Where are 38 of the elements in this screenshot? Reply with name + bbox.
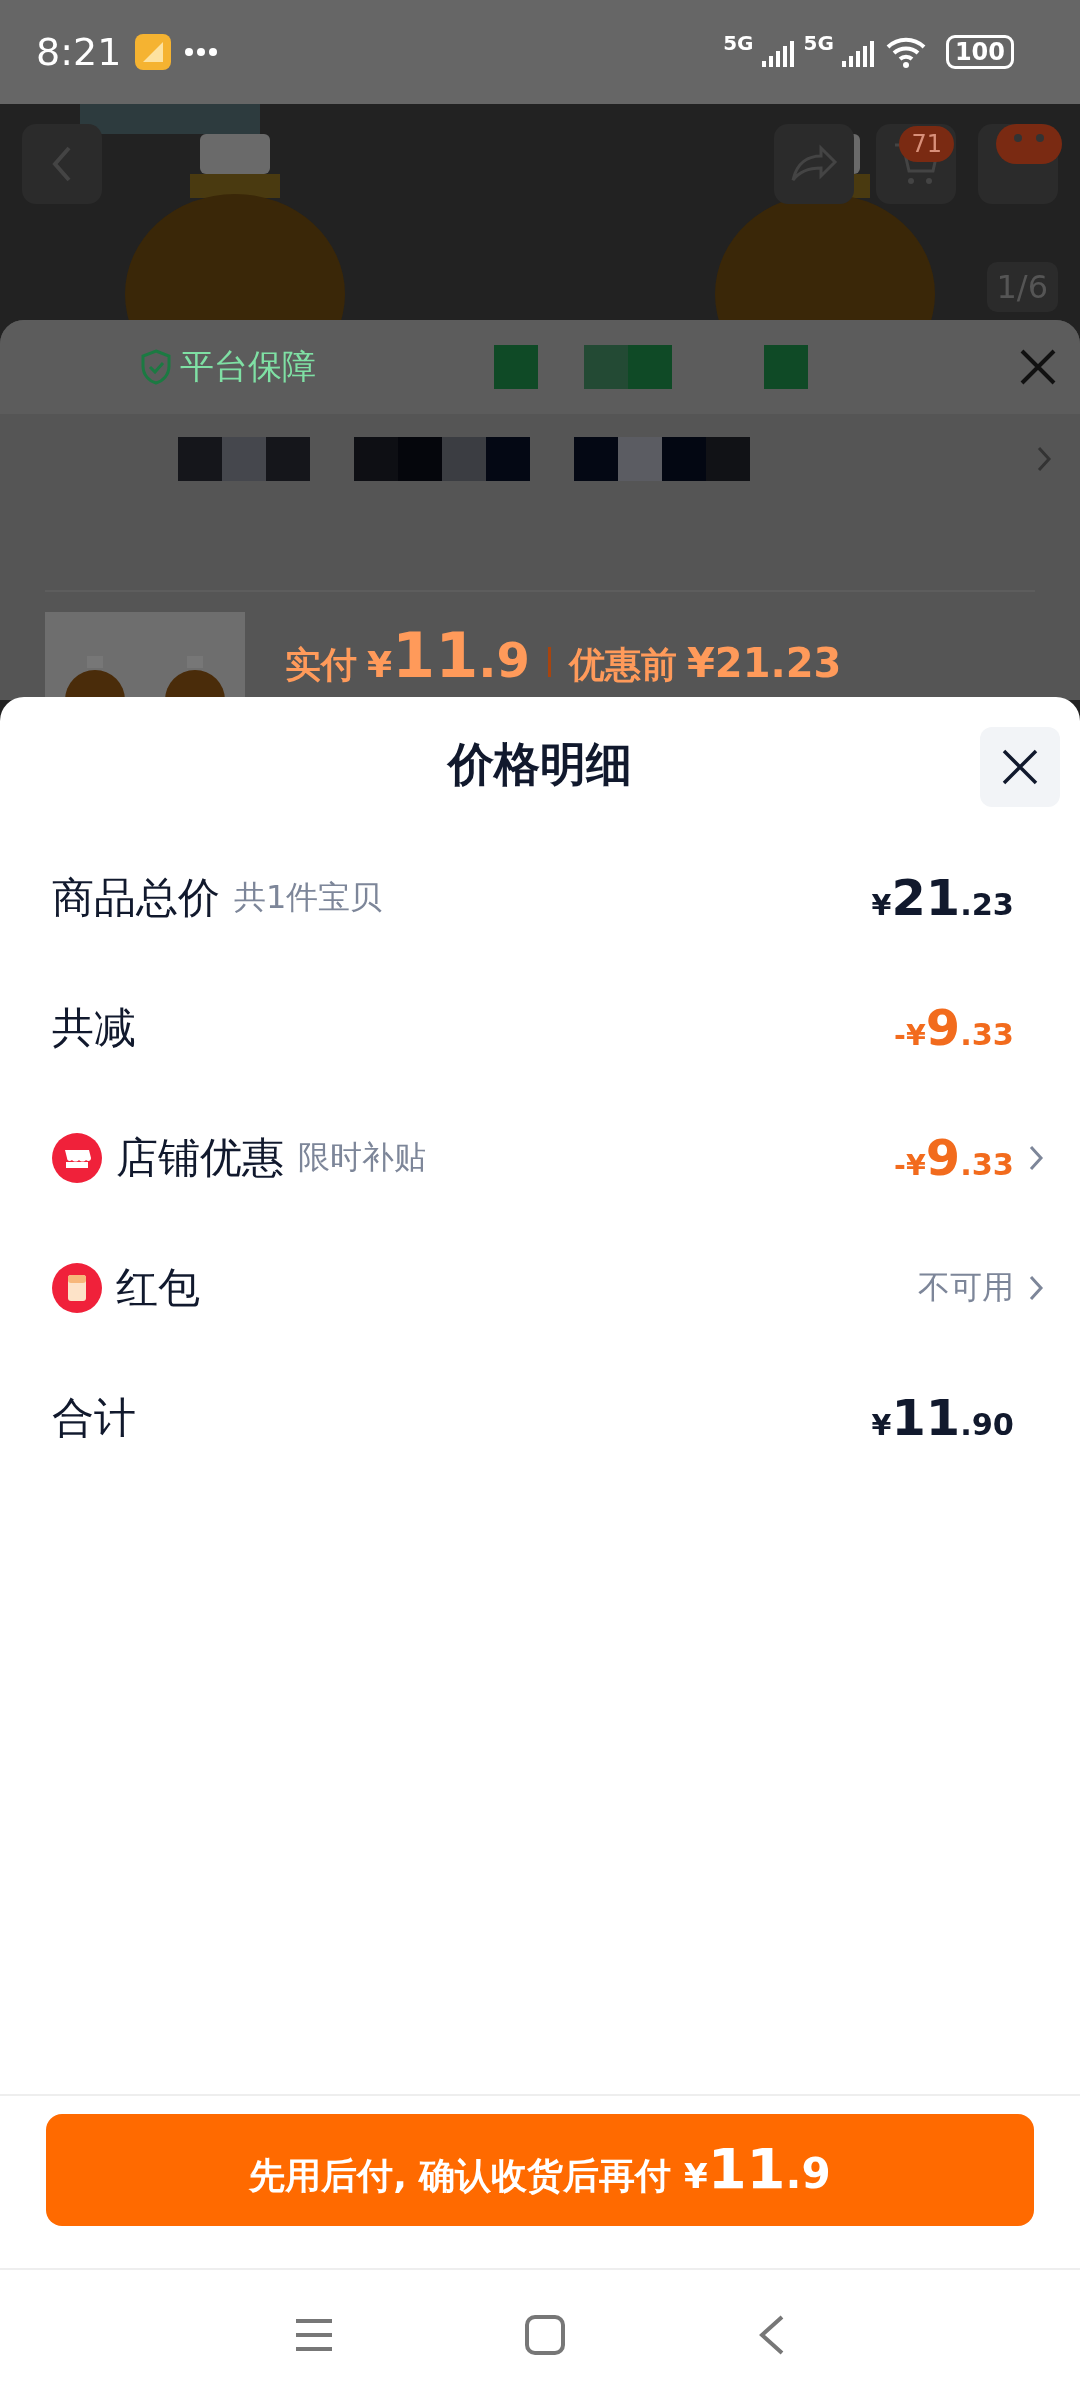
- row-label: 红包: [116, 1262, 200, 1314]
- row-amount: -¥9.33: [894, 999, 1014, 1057]
- sheet-title: 价格明细: [448, 736, 632, 793]
- row-label: 共减: [52, 1002, 136, 1054]
- network-type: 5G: [723, 31, 754, 55]
- row-amount: ¥11.90: [871, 1389, 1014, 1447]
- shield-check-icon: [140, 349, 172, 385]
- status-time: 8:21: [36, 30, 122, 74]
- row-label: 店铺优惠: [116, 1132, 284, 1184]
- more-icon: [996, 124, 1062, 164]
- share-icon: [789, 144, 839, 184]
- close-button[interactable]: [980, 727, 1060, 807]
- row-amount: ¥21.23: [871, 869, 1014, 927]
- more-dots-icon: [185, 48, 218, 56]
- chevron-right-icon: [1036, 445, 1052, 473]
- cart-button[interactable]: 71: [876, 124, 956, 204]
- row-note: 共1件宝贝: [234, 877, 383, 918]
- home-icon[interactable]: [524, 2314, 566, 2356]
- pay-later-button[interactable]: 先用后付, 确认收货后再付 ¥11.9: [46, 2114, 1034, 2226]
- guarantee-label: 平台保障: [180, 345, 316, 388]
- network-type: 5G: [803, 31, 834, 55]
- row-note: 限时补贴: [298, 1137, 426, 1178]
- battery-indicator: 100: [945, 35, 1014, 69]
- cart-count-badge: 71: [899, 126, 954, 162]
- row-label: 合计: [52, 1392, 136, 1444]
- paid-price: ¥11.9: [367, 619, 530, 692]
- store-icon: [52, 1133, 102, 1183]
- close-icon: [1001, 748, 1039, 786]
- notification-icon: [135, 34, 172, 70]
- row-amount: -¥9.33: [894, 1129, 1014, 1187]
- row-label: 商品总价: [52, 872, 220, 924]
- menu-icon[interactable]: [294, 2317, 334, 2353]
- original-price: ¥21.23: [687, 640, 842, 686]
- row-status: 不可用: [918, 1267, 1014, 1308]
- paid-label: 实付: [285, 643, 357, 687]
- envelope-icon: [52, 1263, 102, 1313]
- close-icon[interactable]: [1018, 347, 1058, 387]
- original-price-label: 优惠前: [569, 643, 677, 687]
